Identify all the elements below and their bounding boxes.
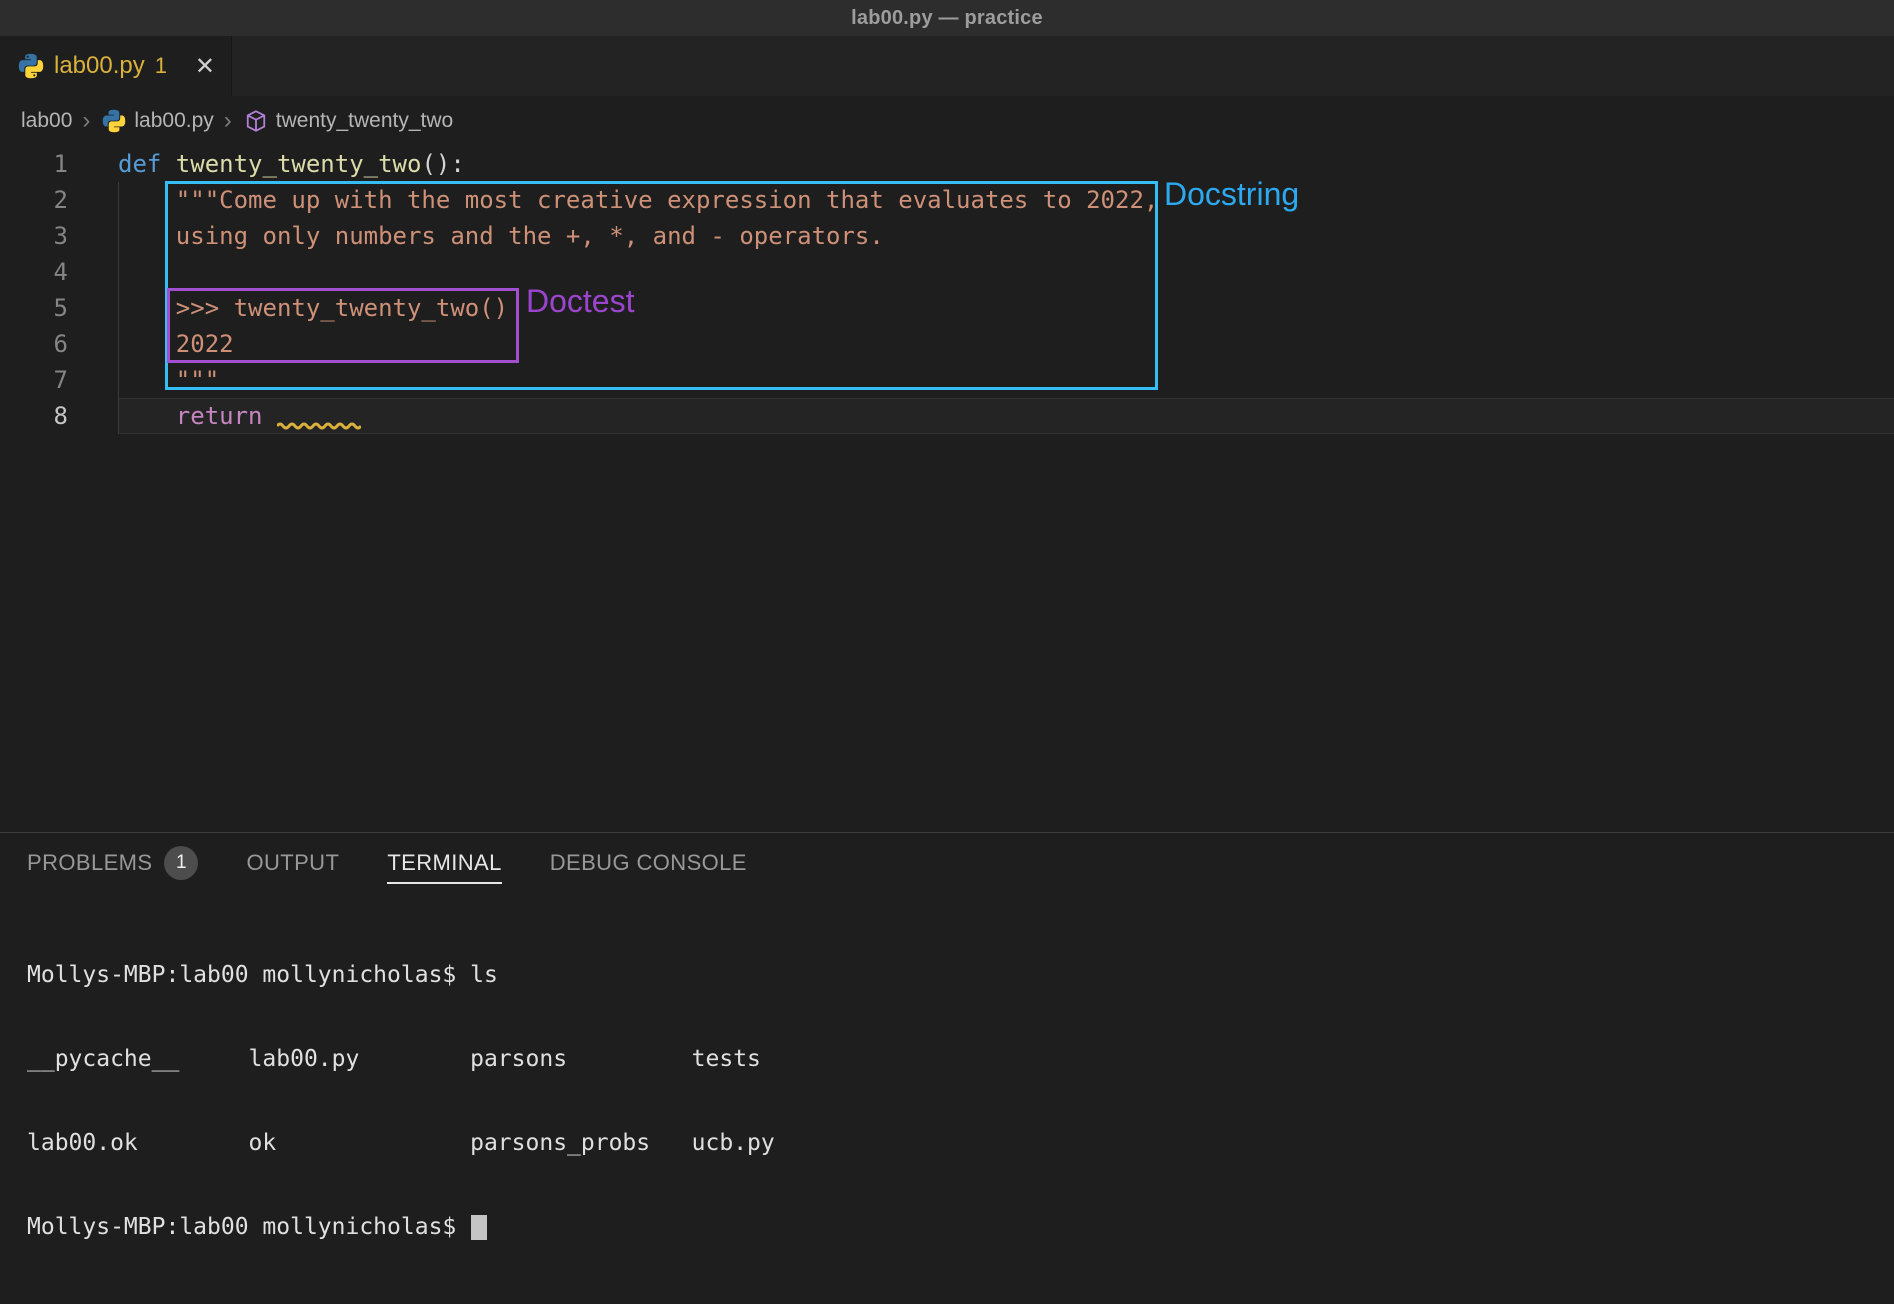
keyword-return: return xyxy=(176,402,263,430)
tab-problems[interactable]: PROBLEMS 1 xyxy=(27,846,198,888)
python-icon xyxy=(102,109,126,133)
terminal-prompt-line: Mollys-MBP:lab00 mollynicholas$ xyxy=(27,1213,1894,1241)
panel-tab-label: OUTPUT xyxy=(246,850,339,876)
keyword-def: def xyxy=(118,150,176,178)
line-number: 7 xyxy=(0,366,118,394)
space xyxy=(263,402,277,430)
terminal-line: __pycache__ lab00.py parsons tests xyxy=(27,1045,1894,1073)
panel-tab-bar: PROBLEMS 1 OUTPUT TERMINAL DEBUG CONSOLE xyxy=(0,833,1894,901)
code-line-7[interactable]: 7 """ xyxy=(0,362,1894,398)
code-editor[interactable]: 1 def twenty_twenty_two(): 2 """Come up … xyxy=(0,146,1894,832)
indent xyxy=(118,402,176,430)
breadcrumb-symbol[interactable]: twenty_twenty_two xyxy=(276,109,453,133)
code-line-4[interactable]: 4 xyxy=(0,254,1894,290)
tab-debug-console[interactable]: DEBUG CONSOLE xyxy=(550,850,747,884)
docstring-close-text: """ xyxy=(118,366,219,394)
terminal-output[interactable]: Mollys-MBP:lab00 mollynicholas$ ls __pyc… xyxy=(0,901,1894,1297)
terminal-line: lab00.ok ok parsons_probs ucb.py xyxy=(27,1129,1894,1157)
code-line-2[interactable]: 2 """Come up with the most creative expr… xyxy=(0,182,1894,218)
line-number: 6 xyxy=(0,330,118,358)
panel-tab-label: PROBLEMS xyxy=(27,850,152,876)
tab-terminal[interactable]: TERMINAL xyxy=(387,850,501,884)
breadcrumb: lab00 › lab00.py › twenty_twenty_two xyxy=(0,96,1894,146)
chevron-right-icon: › xyxy=(224,109,232,133)
missing-expression-squiggle xyxy=(277,410,361,438)
problems-count-badge: 1 xyxy=(164,846,198,880)
tab-filename: lab00.py xyxy=(54,52,145,80)
window-title: lab00.py — practice xyxy=(851,7,1043,30)
line-number: 8 xyxy=(0,402,118,430)
doctest-annotation-label: Doctest xyxy=(526,283,634,320)
code-line-3[interactable]: 3 using only numbers and the +, *, and -… xyxy=(0,218,1894,254)
function-name: twenty_twenty_two xyxy=(176,150,422,178)
terminal-cursor xyxy=(471,1215,487,1240)
panel-tab-label: TERMINAL xyxy=(387,850,501,876)
line-number: 1 xyxy=(0,150,118,178)
docstring-text: using only numbers and the +, *, and - o… xyxy=(118,222,884,250)
doctest-call-text: >>> twenty_twenty_two() xyxy=(118,294,508,322)
symbol-cube-icon xyxy=(244,109,268,133)
line-number: 3 xyxy=(0,222,118,250)
code-line-8[interactable]: 8 return xyxy=(0,398,1894,434)
tab-lab00-py[interactable]: lab00.py 1 ✕ xyxy=(0,36,232,96)
tab-problem-count: 1 xyxy=(155,53,167,79)
line-number: 5 xyxy=(0,294,118,322)
code-line-5[interactable]: 5 >>> twenty_twenty_two() xyxy=(0,290,1894,326)
code-line-1[interactable]: 1 def twenty_twenty_two(): xyxy=(0,146,1894,182)
breadcrumb-folder[interactable]: lab00 xyxy=(21,109,72,133)
chevron-right-icon: › xyxy=(82,109,90,133)
docstring-text: """Come up with the most creative expres… xyxy=(118,186,1158,214)
docstring-annotation-label: Docstring xyxy=(1164,176,1299,213)
tab-close-icon[interactable]: ✕ xyxy=(195,52,215,81)
breadcrumb-file[interactable]: lab00.py xyxy=(134,109,213,133)
line-number: 2 xyxy=(0,186,118,214)
line-number: 4 xyxy=(0,258,118,286)
code-text: (): xyxy=(421,150,464,178)
code-line-6[interactable]: 6 2022 xyxy=(0,326,1894,362)
indent-guide xyxy=(118,182,119,434)
python-icon xyxy=(18,53,44,79)
bottom-panel: PROBLEMS 1 OUTPUT TERMINAL DEBUG CONSOLE… xyxy=(0,832,1894,1297)
doctest-result-text: 2022 xyxy=(118,330,234,358)
editor-tab-strip: lab00.py 1 ✕ xyxy=(0,36,1894,96)
tab-output[interactable]: OUTPUT xyxy=(246,850,339,884)
window-titlebar: lab00.py — practice xyxy=(0,0,1894,36)
terminal-line: Mollys-MBP:lab00 mollynicholas$ ls xyxy=(27,961,1894,989)
panel-tab-label: DEBUG CONSOLE xyxy=(550,850,747,876)
